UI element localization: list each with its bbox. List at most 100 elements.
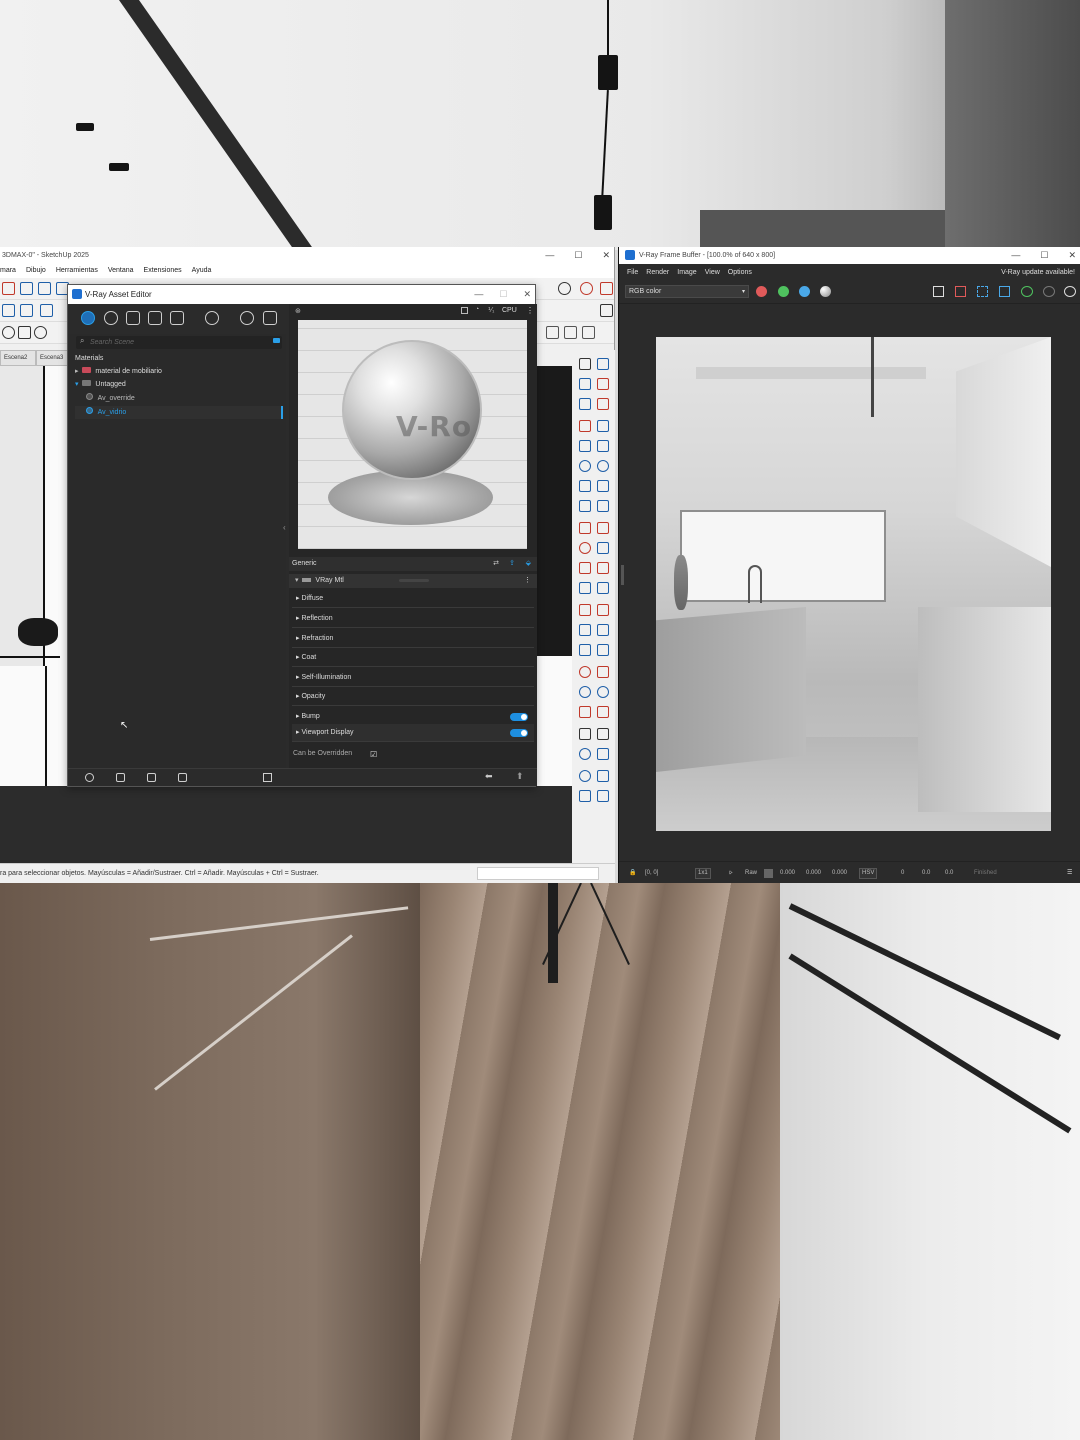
update-notice-link[interactable]: V-Ray update available! bbox=[1001, 264, 1075, 282]
position-camera-icon[interactable] bbox=[579, 728, 591, 740]
vfb-side-handle[interactable] bbox=[621, 565, 624, 585]
section-viewport-display[interactable]: ▸ Viewport Display bbox=[292, 724, 534, 742]
minimize-icon[interactable]: — bbox=[474, 285, 483, 304]
swap-icon[interactable]: ⇄ bbox=[493, 557, 499, 571]
channel-select[interactable]: RGB color ▾ bbox=[625, 285, 749, 298]
menu-render[interactable]: Render bbox=[646, 264, 669, 282]
tool-icon[interactable] bbox=[597, 460, 609, 472]
geometry-icon[interactable] bbox=[126, 311, 140, 325]
render-device-label[interactable]: CPU bbox=[502, 307, 517, 314]
menu-window[interactable]: Ventana bbox=[108, 264, 134, 278]
lights-icon[interactable] bbox=[104, 311, 118, 325]
tool-icon[interactable] bbox=[579, 460, 591, 472]
eraser-icon[interactable] bbox=[597, 378, 609, 390]
tool-icon[interactable] bbox=[597, 770, 609, 782]
viewport-display-toggle[interactable] bbox=[510, 729, 528, 737]
tool-icon[interactable] bbox=[580, 282, 593, 295]
section-reflection[interactable]: ▸ Reflection bbox=[292, 610, 534, 628]
delete-icon[interactable] bbox=[178, 773, 187, 782]
more-options-icon[interactable]: ⋮ bbox=[524, 574, 531, 588]
zoom-select[interactable]: 1x1 bbox=[695, 868, 711, 879]
tool-icon[interactable] bbox=[597, 644, 609, 656]
search-input[interactable]: Search Scene bbox=[76, 336, 282, 349]
tool-icon[interactable] bbox=[34, 326, 47, 339]
tool-icon[interactable] bbox=[546, 326, 559, 339]
tool-icon[interactable] bbox=[597, 420, 609, 432]
teapot-icon[interactable]: ◔ bbox=[475, 306, 479, 313]
log-icon[interactable]: ☰ bbox=[1067, 862, 1072, 884]
materials-icon[interactable] bbox=[81, 311, 95, 325]
tool-icon[interactable] bbox=[40, 304, 53, 317]
close-icon[interactable]: ✕ bbox=[1068, 247, 1076, 264]
menu-options[interactable]: Options bbox=[728, 264, 752, 282]
tool-icon[interactable] bbox=[597, 500, 609, 512]
collapse-arrow-icon[interactable]: ▾ bbox=[75, 381, 79, 388]
tool-icon[interactable] bbox=[597, 582, 609, 594]
tool-icon[interactable] bbox=[579, 500, 591, 512]
drag-handle[interactable] bbox=[399, 579, 429, 582]
tool-icon[interactable] bbox=[2, 304, 15, 317]
maximize-icon[interactable]: ☐ bbox=[1040, 247, 1048, 264]
tool-icon[interactable] bbox=[597, 480, 609, 492]
minimize-icon[interactable]: — bbox=[545, 247, 554, 264]
tool-icon[interactable] bbox=[20, 282, 33, 295]
close-icon[interactable]: ✕ bbox=[602, 247, 610, 264]
push-pull-icon[interactable] bbox=[597, 522, 609, 534]
tool-icon[interactable] bbox=[579, 624, 591, 636]
tree-item-av-override[interactable]: Av_override bbox=[86, 392, 135, 405]
expand-arrow-icon[interactable]: ▸ bbox=[75, 368, 79, 375]
preview-toggle-icon[interactable] bbox=[461, 307, 468, 314]
tree-item-av-vidrio[interactable]: Av_vidrio bbox=[75, 406, 283, 419]
region-render-icon[interactable] bbox=[977, 286, 988, 297]
tool-icon[interactable] bbox=[582, 326, 595, 339]
section-refraction[interactable]: ▸ Refraction bbox=[292, 630, 534, 648]
interactive-render-icon[interactable] bbox=[1021, 286, 1033, 297]
minimize-icon[interactable]: — bbox=[1011, 247, 1020, 264]
bump-toggle[interactable] bbox=[510, 713, 528, 721]
collapse-panel-icon[interactable]: ‹ bbox=[283, 523, 286, 532]
tool-icon[interactable] bbox=[579, 582, 591, 594]
render-teapot-icon[interactable] bbox=[1064, 286, 1076, 297]
zoom-extents-icon[interactable] bbox=[579, 706, 591, 718]
tree-item-untagged[interactable]: ▾ Untagged bbox=[75, 378, 126, 391]
menu-view[interactable]: View bbox=[705, 264, 720, 282]
save-icon[interactable] bbox=[147, 773, 156, 782]
tool-icon[interactable] bbox=[579, 440, 591, 452]
settings-gear-icon[interactable] bbox=[205, 311, 219, 325]
zoom-window-icon[interactable] bbox=[597, 686, 609, 698]
purge-icon[interactable] bbox=[263, 773, 272, 782]
orbit-icon[interactable] bbox=[579, 666, 591, 678]
menu-image[interactable]: Image bbox=[677, 264, 696, 282]
maximize-icon[interactable]: ☐ bbox=[499, 285, 507, 304]
save-material-icon[interactable]: ⬙ bbox=[526, 557, 531, 571]
tool-icon[interactable] bbox=[600, 282, 613, 295]
tool-icon[interactable] bbox=[38, 282, 51, 295]
tool-icon[interactable] bbox=[597, 440, 609, 452]
axes-icon[interactable] bbox=[579, 644, 591, 656]
filter-icon[interactable] bbox=[273, 338, 280, 343]
pick-color-icon[interactable]: ⦠ bbox=[729, 862, 733, 884]
resolution-icon[interactable]: ⅟₁ bbox=[488, 306, 494, 314]
color-mode-select[interactable]: HSV bbox=[859, 868, 878, 879]
stop-render-icon[interactable] bbox=[1043, 286, 1055, 297]
up-arrow-icon[interactable]: ⬆ bbox=[516, 771, 524, 782]
tool-icon[interactable] bbox=[579, 398, 591, 410]
walk-icon[interactable] bbox=[597, 728, 609, 740]
lock-icon[interactable]: 🔒 bbox=[629, 862, 636, 884]
tree-item-material-de-mobiliario[interactable]: ▸ material de mobiliario bbox=[75, 365, 162, 378]
section-self-illumination[interactable]: ▸ Self-Illumination bbox=[292, 669, 534, 687]
tool-icon[interactable] bbox=[579, 770, 591, 782]
tool-icon[interactable] bbox=[579, 790, 591, 802]
section-opacity[interactable]: ▸ Opacity bbox=[292, 688, 534, 706]
pencil-icon[interactable] bbox=[579, 420, 591, 432]
menu-file[interactable]: File bbox=[627, 264, 638, 282]
red-channel-button[interactable] bbox=[756, 286, 767, 297]
green-channel-button[interactable] bbox=[778, 286, 789, 297]
tool-icon[interactable] bbox=[597, 398, 609, 410]
look-around-icon[interactable] bbox=[579, 748, 591, 760]
pan-icon[interactable] bbox=[597, 666, 609, 678]
section-icon[interactable] bbox=[597, 748, 609, 760]
frame-buffer-icon[interactable] bbox=[263, 311, 277, 325]
measurements-box[interactable] bbox=[477, 867, 599, 880]
tool-icon[interactable] bbox=[597, 706, 609, 718]
